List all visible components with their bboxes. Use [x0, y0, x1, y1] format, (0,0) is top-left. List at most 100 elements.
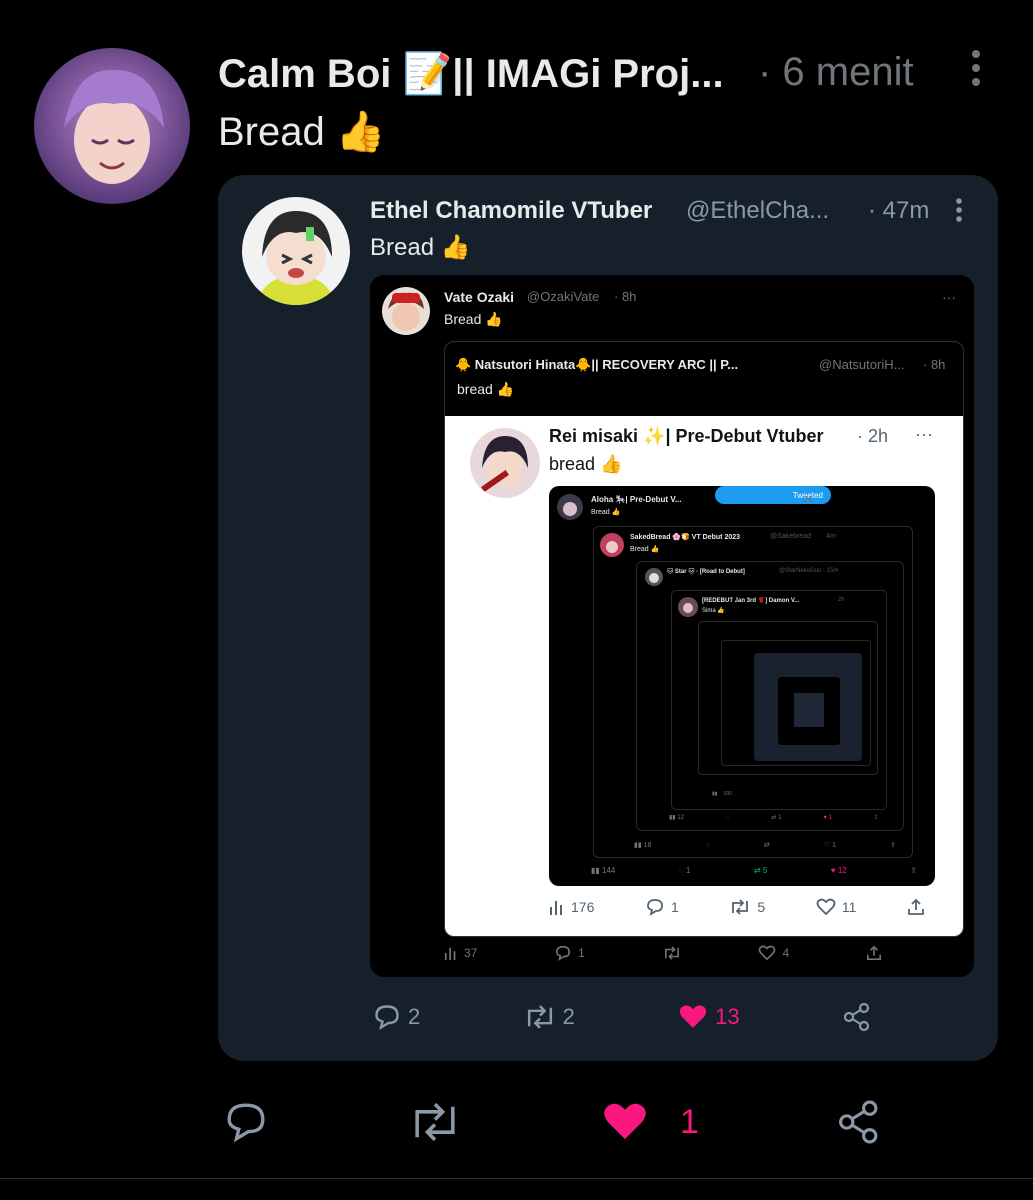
quote-card[interactable] — [778, 677, 840, 745]
quote-card[interactable] — [698, 621, 878, 775]
more-options-icon[interactable]: ··· — [942, 289, 956, 305]
avatar[interactable] — [242, 197, 350, 305]
retweet-icon[interactable]: ⇄ — [764, 841, 770, 849]
quote-card[interactable]: Aloha 🎠| Pre-Debut V... Tweeted 34 Bread… — [549, 486, 935, 886]
quote-card[interactable]: Vate Ozaki @OzakiVate · 8h ··· Bread 👍 🐥… — [370, 275, 974, 977]
reply-button[interactable] — [222, 1100, 270, 1144]
quote-card[interactable]: SakedBread 🌸🍞 VT Debut 2023 @Sakebread ·… — [593, 526, 913, 858]
views-stat[interactable]: ▮▮ 18 — [634, 841, 651, 849]
reply-button[interactable]: 2 — [372, 1002, 420, 1032]
views-stat[interactable]: 37 — [444, 945, 477, 961]
stats-bar: ▮▮ 12 ◌ ⇄ 1 ♥ 1 ⇪ — [669, 814, 879, 822]
reply-count: 1 — [685, 866, 691, 875]
like-stat[interactable]: 4 — [758, 945, 789, 961]
author-name[interactable]: 🐥 Natsutori Hinata🐥|| RECOVERY ARC || P.… — [455, 357, 807, 373]
reply-icon — [647, 899, 663, 916]
like-count: 1 — [828, 814, 832, 821]
reply-icon — [375, 1005, 399, 1031]
share-stat[interactable] — [866, 945, 882, 961]
tweet-time[interactable]: · 47m — [868, 197, 929, 225]
author-name[interactable]: SakedBread 🌸🍞 VT Debut 2023 — [630, 533, 740, 541]
avatar[interactable] — [382, 287, 430, 335]
tweet-time[interactable]: · 2h — [857, 426, 888, 447]
reply-icon[interactable]: ◌ — [726, 815, 730, 821]
avatar[interactable] — [600, 533, 624, 557]
more-options-icon[interactable] — [966, 48, 986, 88]
views-icon — [444, 947, 456, 960]
tweet-time[interactable]: · 4m — [822, 533, 836, 540]
tweeted-pill[interactable]: Tweeted — [715, 486, 831, 504]
author-name[interactable]: Calm Boi 📝|| IMAGi Proj... — [218, 50, 748, 97]
stats-bar: ▮▮ 144 ◌ 1 ⇄ 5 ♥ 12 ⇪ — [591, 866, 917, 875]
author-name[interactable]: Aloha 🎠| Pre-Debut V... — [591, 495, 682, 504]
tweet-time[interactable]: 34 — [803, 495, 812, 504]
retweet-stat[interactable]: ⇄ 1 — [771, 814, 781, 821]
retweet-stat[interactable]: ⇄ 5 — [754, 866, 767, 875]
views-stat[interactable]: 176 — [549, 898, 594, 916]
avatar[interactable] — [557, 494, 583, 520]
retweet-icon — [527, 1005, 552, 1029]
avatar[interactable] — [34, 48, 190, 204]
tweet-time[interactable]: · 8h — [923, 357, 945, 372]
retweet-button[interactable]: 2 — [523, 1002, 575, 1032]
share-icon[interactable]: ⇪ — [890, 841, 896, 849]
views-count: 100 — [723, 791, 732, 797]
share-icon — [839, 1100, 878, 1144]
reply-stat[interactable]: 1 — [645, 898, 679, 916]
quote-card[interactable]: 🐱 Star 🐱 · [Road to Debut] @StarNekoGuu … — [636, 561, 904, 831]
tweet-text: Bread 👍 — [218, 110, 386, 154]
share-stat[interactable] — [907, 898, 925, 916]
share-button[interactable] — [842, 1002, 872, 1032]
like-count: 11 — [841, 899, 857, 915]
avatar[interactable] — [678, 597, 698, 617]
reply-stat[interactable]: 1 — [554, 945, 585, 961]
like-button[interactable]: 1 — [600, 1100, 699, 1144]
views-count: 12 — [677, 815, 684, 821]
views-stat[interactable]: ▮▮ 12 — [669, 814, 684, 821]
tweet-time[interactable]: · 15m — [823, 568, 838, 574]
like-stat[interactable]: ♥ 12 — [831, 866, 847, 875]
like-count: 13 — [715, 1004, 740, 1029]
views-stat[interactable]: ▮▮ 144 — [591, 866, 615, 875]
retweet-stat[interactable]: 5 — [729, 898, 765, 916]
more-options-icon[interactable]: ··· — [915, 424, 933, 445]
quote-card[interactable] — [721, 640, 871, 766]
author-name[interactable]: Ethel Chamomile VTuber — [370, 197, 652, 225]
author-handle[interactable]: @OzakiVate — [527, 289, 599, 304]
like-stat[interactable]: 11 — [816, 898, 857, 916]
tweet-time[interactable]: · 2h — [834, 597, 844, 603]
tweet-text: Bread 👍 — [630, 546, 660, 553]
author-handle[interactable]: @Sakebread — [770, 533, 811, 540]
avatar[interactable] — [470, 428, 540, 498]
author-handle[interactable]: @NatsutoriH... — [819, 357, 904, 372]
author-handle[interactable]: @EthelCha... — [686, 197, 846, 225]
author-name[interactable]: Rei misaki ✨| Pre-Debut Vtuber — [549, 426, 824, 447]
like-stat[interactable]: ♥ 1 — [823, 815, 832, 821]
quote-card[interactable]: Ethel Chamomile VTuber @EthelCha... · 47… — [218, 175, 998, 1061]
like-count: 1 — [680, 1102, 699, 1141]
views-icon — [550, 901, 562, 915]
tweet-time[interactable]: · 8h — [614, 289, 636, 304]
retweet-stat[interactable] — [662, 945, 682, 961]
quote-card[interactable]: [REDEBUT Jan 3rd 🌹] Damon V... · 2h Sima… — [671, 590, 887, 810]
retweet-button[interactable] — [407, 1101, 463, 1143]
share-icon[interactable]: ⇪ — [910, 866, 917, 875]
reply-icon[interactable]: ◌ — [706, 842, 710, 849]
stats-bar: ▮▮ 18 ◌ ⇄ ♡ 1 ⇪ — [634, 841, 896, 850]
reply-icon — [556, 945, 571, 961]
author-handle[interactable]: @StarNekoGuu — [779, 568, 821, 574]
author-name[interactable]: 🐱 Star 🐱 · [Road to Debut] — [667, 568, 745, 575]
quote-card[interactable]: 🐥 Natsutori Hinata🐥|| RECOVERY ARC || P.… — [444, 341, 964, 937]
more-options-icon[interactable] — [953, 197, 965, 223]
tweet-time[interactable]: · 6 menit — [758, 50, 914, 95]
author-name[interactable]: [REDEBUT Jan 3rd 🌹] Damon V... — [702, 597, 799, 604]
like-button[interactable]: 13 — [677, 1002, 740, 1032]
share-icon[interactable]: ⇪ — [874, 814, 879, 821]
quote-card[interactable]: Rei misaki ✨| Pre-Debut Vtuber · 2h ··· … — [445, 416, 963, 936]
like-stat[interactable]: ♡ 1 — [824, 841, 836, 849]
author-name[interactable]: Vate Ozaki — [444, 289, 514, 305]
avatar[interactable] — [645, 568, 663, 586]
quote-card[interactable] — [754, 653, 862, 761]
reply-stat[interactable]: ◌ 1 — [679, 866, 690, 875]
share-button[interactable] — [836, 1099, 882, 1145]
